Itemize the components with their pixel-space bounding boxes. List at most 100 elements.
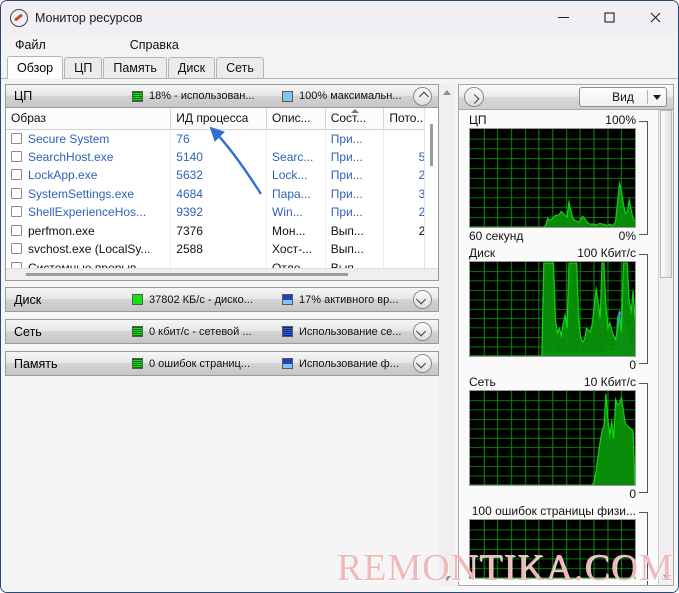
group-header[interactable]: Память 0 ошибок страниц... Использование ф… xyxy=(6,352,438,375)
group-expand-button[interactable] xyxy=(413,290,432,309)
cell-status: При... xyxy=(325,129,385,148)
cell-image: Secure System xyxy=(6,129,172,148)
row-checkbox[interactable] xyxy=(11,243,22,255)
collapsed-groups: Диск 37802 КБ/с - диско... 17% активного в… xyxy=(5,287,439,376)
menu-item-help[interactable]: Справка xyxy=(124,38,185,52)
cell-pid: 5632 xyxy=(170,166,268,185)
column-header-status[interactable]: Сост... xyxy=(325,108,385,130)
left-pane-scrollbar[interactable] xyxy=(439,84,455,586)
group-cpu-header[interactable]: ЦП 18% - использован... 100% максимальн.… xyxy=(6,85,438,108)
title-bar: Монитор ресурсов xyxy=(1,1,678,34)
graph-plot-area xyxy=(469,121,648,235)
vertical-scroll-thumb[interactable] xyxy=(430,124,433,166)
watermark: REMONTIKA.COM xyxy=(336,547,674,589)
row-checkbox[interactable] xyxy=(11,132,22,144)
chevron-up-icon xyxy=(418,91,429,102)
scroll-up-arrow-icon[interactable] xyxy=(439,84,455,100)
group-header[interactable]: Диск 37802 КБ/с - диско... 17% активного в… xyxy=(6,288,438,311)
row-checkbox[interactable] xyxy=(11,150,22,162)
table-row[interactable]: svchost.exe (LocalSy... 2588 Хост-... Вып..… xyxy=(6,240,438,259)
group-title: Память xyxy=(14,356,58,371)
cell-image: SearchHost.exe xyxy=(6,147,172,166)
row-checkbox[interactable] xyxy=(11,224,22,236)
resource-monitor-window: Монитор ресурсов Файл Справка Обзор ЦП П… xyxy=(0,0,679,593)
cell-status: Вып... xyxy=(325,221,385,240)
column-header-pid[interactable]: ИД процесса xyxy=(170,108,268,130)
group-cpu-collapse-button[interactable] xyxy=(413,87,432,106)
group-network: Сеть 0 кбит/с - сетевой ... Использование … xyxy=(5,319,439,344)
tab-network[interactable]: Сеть xyxy=(216,57,264,78)
cell-status: При... xyxy=(325,166,385,185)
tab-memory[interactable]: Память xyxy=(103,57,167,78)
tab-overview[interactable]: Обзор xyxy=(7,56,64,79)
row-checkbox[interactable] xyxy=(11,187,22,199)
legend-swatch-icon xyxy=(282,294,293,305)
column-header-image[interactable]: Образ xyxy=(6,108,172,130)
tab-disk[interactable]: Диск xyxy=(167,57,216,78)
row-checkbox[interactable] xyxy=(11,169,22,181)
cell-image: svchost.exe (LocalSy... xyxy=(6,240,172,259)
graph-footer-left: 60 секунд xyxy=(469,229,524,243)
blue-swatch-icon xyxy=(282,90,293,102)
group-legend-primary-label: 0 кбит/с - сетевой ... xyxy=(149,325,252,338)
graph-pane-scrollbar[interactable] xyxy=(658,110,673,585)
group-legend-secondary-label: Использование се... xyxy=(299,325,402,338)
table-row[interactable]: LockApp.exe5632Lock...При...23 xyxy=(6,166,438,185)
graph-title: Диск xyxy=(469,246,496,260)
cell-status: Вып... xyxy=(325,240,385,259)
maximize-button[interactable] xyxy=(586,1,632,34)
group-cpu: ЦП 18% - использован... 100% максимальн.… xyxy=(5,84,439,281)
graph-scroll-thumb[interactable] xyxy=(660,110,672,278)
graph-max-label: 100% xyxy=(605,113,636,127)
graph-footer-right: 0 xyxy=(629,358,636,372)
table-row[interactable]: SystemSettings.exe4684Пара...При...30 xyxy=(6,184,438,203)
graph-block-2: Сеть 10 Кбит/с 0 xyxy=(459,372,658,501)
horizontal-scroll-thumb[interactable] xyxy=(26,273,348,276)
group-legend-primary: 0 кбит/с - сетевой ... xyxy=(132,326,282,338)
group-memory: Память 0 ошибок страниц... Использование ф… xyxy=(5,351,439,376)
table-row[interactable]: perfmon.exe7376Мон...Вып...20 xyxy=(6,221,438,240)
group-cpu-legend-usage: 18% - использован... xyxy=(132,90,282,102)
tab-cpu[interactable]: ЦП xyxy=(64,57,103,78)
resource-monitor-icon xyxy=(10,8,28,27)
group-expand-button[interactable] xyxy=(413,354,432,373)
cell-image-label: svchost.exe (LocalSy... xyxy=(28,242,151,257)
process-table-vertical-scrollbar[interactable] xyxy=(424,108,438,268)
process-table-body: Secure System76При...-SearchHost.exe5140… xyxy=(6,129,438,280)
table-row[interactable]: ShellExperienceHos...9392Win...При...26 xyxy=(6,203,438,222)
table-row[interactable]: SearchHost.exe5140Searc...При...54 xyxy=(6,147,438,166)
cell-pid: 9392 xyxy=(170,203,268,222)
green-hatch-swatch-icon xyxy=(132,90,143,102)
cell-image: SystemSettings.exe xyxy=(6,184,172,203)
cell-image-label: Secure System xyxy=(28,131,110,146)
view-button[interactable]: Вид xyxy=(579,87,667,107)
cell-description: Хост-... xyxy=(266,240,326,259)
cell-image-label: SystemSettings.exe xyxy=(28,186,135,201)
group-legend-secondary: 17% активного вр... xyxy=(282,294,398,306)
group-legend-secondary-label: Использование ф... xyxy=(299,357,399,370)
menu-item-file[interactable]: Файл xyxy=(9,38,52,52)
row-checkbox[interactable] xyxy=(11,206,22,218)
group-cpu-title: ЦП xyxy=(14,89,33,103)
column-header-description[interactable]: Опис... xyxy=(266,108,326,130)
group-legend-primary-label: 37802 КБ/с - диско... xyxy=(149,293,253,306)
group-legend-secondary-label: 17% активного вр... xyxy=(299,293,399,306)
collapse-graph-pane-button[interactable] xyxy=(464,87,484,107)
window-controls xyxy=(540,1,678,34)
group-legend-primary: 37802 КБ/с - диско... xyxy=(132,294,282,306)
cell-status: При... xyxy=(325,184,385,203)
cell-pid: 4684 xyxy=(170,184,268,203)
chevron-down-icon xyxy=(416,294,427,305)
graph-footer: 0 xyxy=(459,486,658,501)
graph-title: ЦП xyxy=(469,113,487,127)
group-header[interactable]: Сеть 0 кбит/с - сетевой ... Использование … xyxy=(6,320,438,343)
process-table-horizontal-scrollbar[interactable] xyxy=(6,268,438,280)
graph-list: ЦП 100% 60 секунд 0% Диск 100 Кбит/с 0 Сеть 10 К… xyxy=(459,110,673,585)
group-cpu-legend-max-label: 100% максимальн... xyxy=(299,90,402,102)
graph-block-0: ЦП 100% 60 секунд 0% xyxy=(459,110,658,243)
group-expand-button[interactable] xyxy=(413,322,432,341)
close-button[interactable] xyxy=(632,1,678,34)
table-row[interactable]: Secure System76При...- xyxy=(6,129,438,148)
chevron-right-icon xyxy=(469,93,479,104)
minimize-button[interactable] xyxy=(540,1,586,34)
